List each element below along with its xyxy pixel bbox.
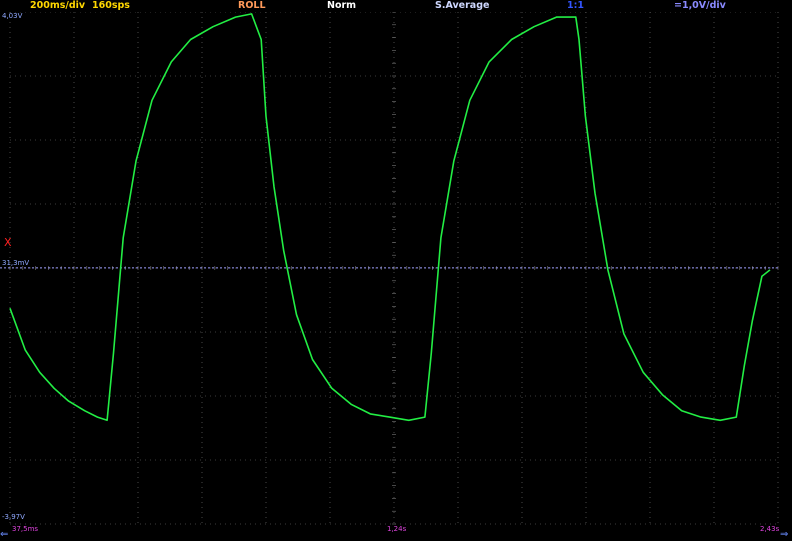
status-bar: 200ms/div 160sps ROLL Norm S.Average 1:1… [0, 0, 792, 12]
scroll-right-arrow-icon[interactable]: ⇒ [780, 530, 788, 540]
trigger-mode-readout[interactable]: Norm [327, 0, 356, 12]
time-start-label: 37,5ms [12, 525, 39, 533]
scroll-left-arrow-icon[interactable]: ⇐ [0, 530, 8, 540]
probe-ratio-readout[interactable]: 1:1 [567, 0, 584, 12]
timebase-readout[interactable]: 200ms/div [30, 0, 85, 12]
bottom-voltage-label: -3,97V [2, 513, 25, 521]
oscilloscope-screen [0, 0, 792, 541]
top-voltage-label: 4,03V [2, 12, 23, 20]
volts-per-div-readout[interactable]: =1,0V/div [674, 0, 726, 12]
trigger-marker[interactable]: X [4, 236, 12, 249]
averaging-readout[interactable]: S.Average [435, 0, 489, 12]
time-axis-footer: ⇐ 37,5ms 1,24s 2,43s ⇒ [0, 524, 792, 541]
acquisition-mode-readout[interactable]: ROLL [238, 0, 266, 12]
time-mid-label: 1,24s [387, 525, 407, 533]
time-end-label: 2,43s [760, 525, 780, 533]
reference-level-label: 31,3mV [2, 259, 30, 267]
sample-rate-readout[interactable]: 160sps [92, 0, 130, 12]
